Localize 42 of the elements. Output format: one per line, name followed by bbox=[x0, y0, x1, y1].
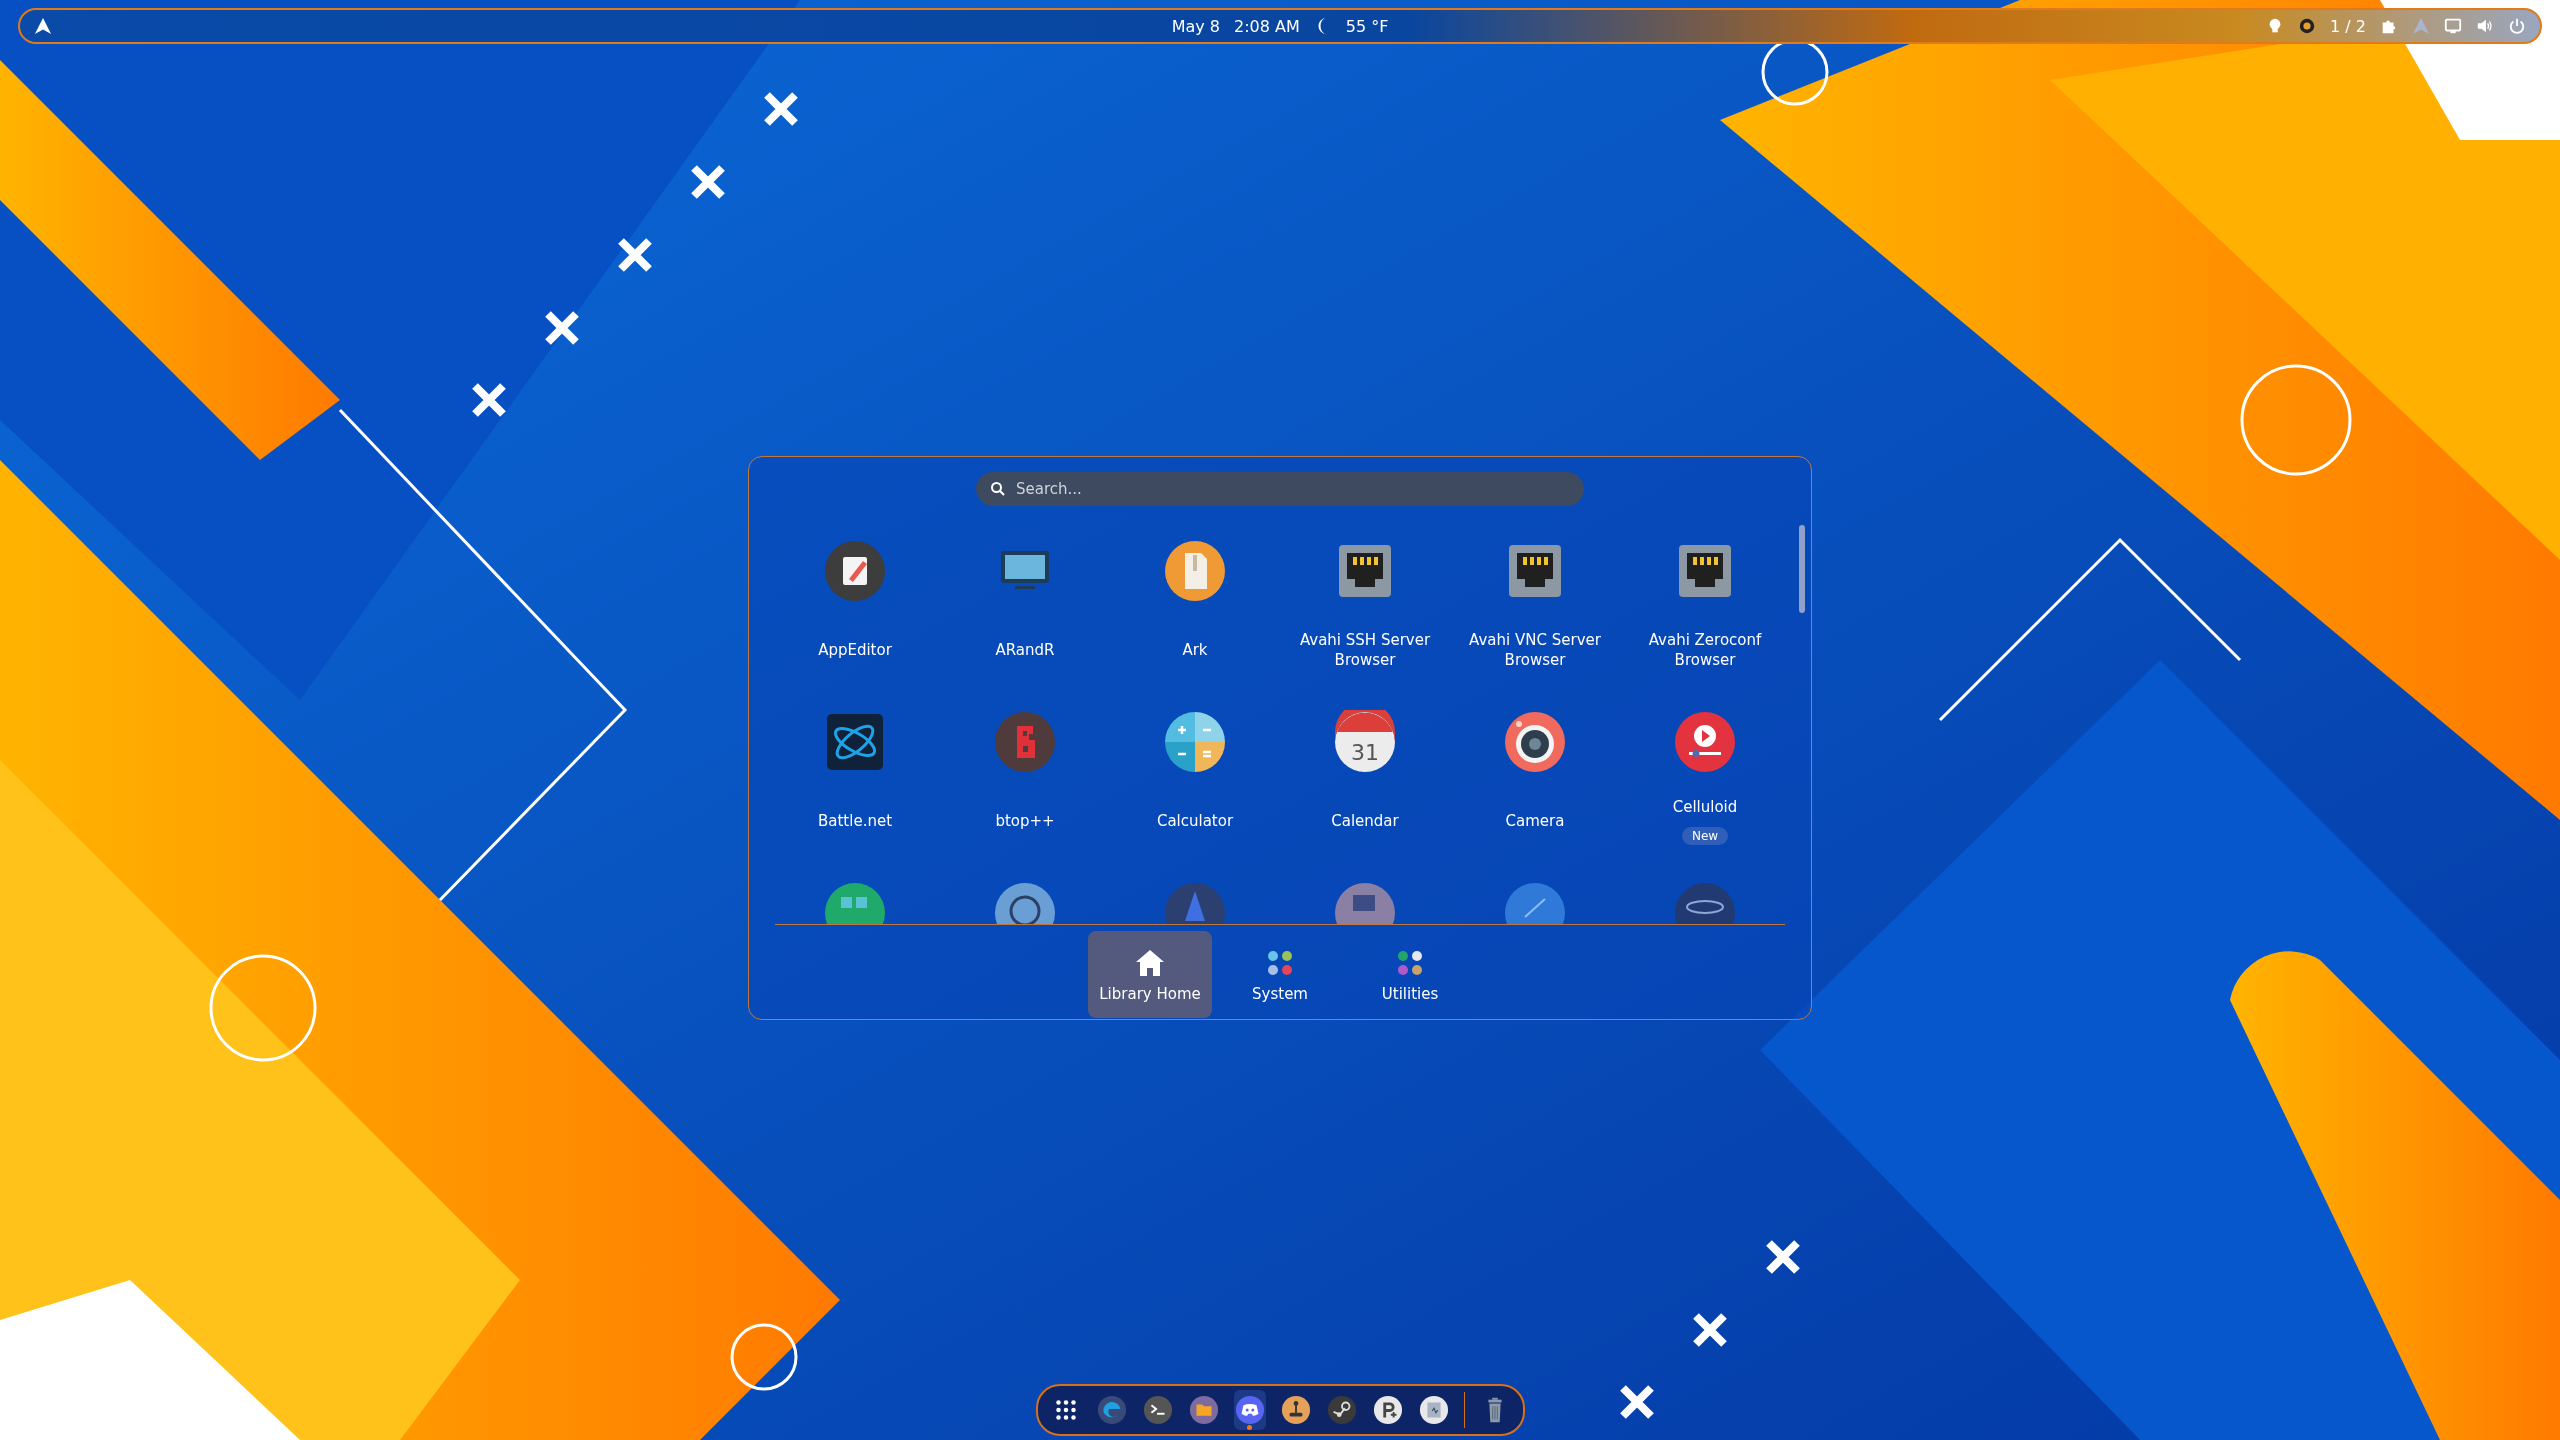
p-plus-icon bbox=[1372, 1395, 1403, 1425]
terminal-icon bbox=[1142, 1395, 1173, 1425]
steam-icon bbox=[1326, 1395, 1357, 1425]
weather-text[interactable]: 55 °F bbox=[1345, 16, 1389, 36]
category-tab[interactable]: Library Home bbox=[1088, 931, 1212, 1018]
joystick-icon bbox=[1280, 1395, 1311, 1425]
arch-logo-icon[interactable] bbox=[34, 17, 52, 35]
app-label[interactable]: Avahi VNC Server Browser bbox=[1460, 630, 1610, 670]
category-tab[interactable]: Utilities bbox=[1348, 931, 1472, 1018]
app-label[interactable]: AppEditor bbox=[780, 640, 930, 660]
app-icon[interactable] bbox=[1503, 710, 1567, 774]
app-label[interactable]: Celluloid bbox=[1630, 797, 1780, 817]
chat-icon bbox=[1234, 1395, 1265, 1425]
disc-icon[interactable] bbox=[2298, 17, 2317, 35]
app-icon[interactable] bbox=[1163, 539, 1227, 603]
app-icon[interactable] bbox=[1163, 710, 1227, 774]
system-monitor-icon bbox=[1418, 1395, 1449, 1425]
scrollbar[interactable] bbox=[1799, 525, 1805, 613]
search-icon bbox=[990, 481, 1006, 497]
running-indicator bbox=[1247, 1425, 1252, 1430]
app-label[interactable]: Battle.net bbox=[780, 811, 930, 831]
app-label[interactable]: ARandR bbox=[950, 640, 1100, 660]
clock-text[interactable]: 2:08 AM bbox=[1233, 16, 1300, 36]
app-label[interactable]: Avahi SSH Server Browser bbox=[1290, 630, 1440, 670]
app-icon[interactable] bbox=[823, 539, 887, 603]
app-label[interactable]: Calculator bbox=[1120, 811, 1270, 831]
app-label[interactable]: btop++ bbox=[950, 811, 1100, 831]
app-icon[interactable]: 31 bbox=[1333, 710, 1397, 774]
monitor-icon[interactable] bbox=[2444, 17, 2462, 35]
app-label[interactable]: Avahi Zeroconf Browser bbox=[1630, 630, 1780, 670]
date-text[interactable]: May 8 bbox=[1171, 16, 1220, 36]
category-tab[interactable]: System bbox=[1218, 931, 1342, 1018]
search-field[interactable]: Search... bbox=[976, 472, 1584, 506]
folder-icon bbox=[1188, 1395, 1219, 1425]
app-label[interactable]: Camera bbox=[1460, 811, 1610, 831]
app-label[interactable]: Ark bbox=[1120, 640, 1270, 660]
new-badge: New bbox=[1681, 827, 1729, 845]
app-label[interactable]: Calendar bbox=[1290, 811, 1440, 831]
browser-icon bbox=[1096, 1395, 1127, 1425]
speaker-icon[interactable] bbox=[2476, 17, 2494, 35]
app-icon[interactable] bbox=[1673, 710, 1737, 774]
dock-item[interactable] bbox=[1233, 1390, 1266, 1430]
